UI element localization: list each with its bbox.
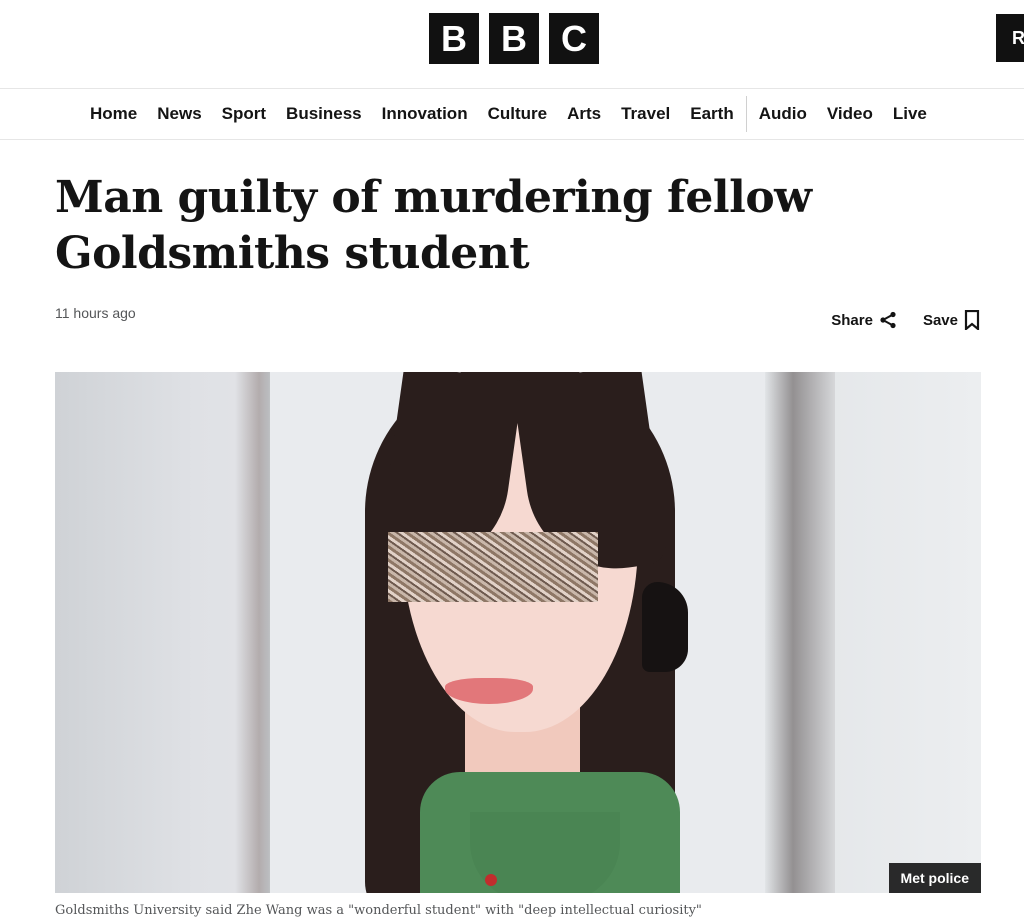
article-actions: Share Save xyxy=(831,310,980,330)
nav-item-audio[interactable]: Audio xyxy=(749,89,817,139)
image-credit: Met police xyxy=(888,863,981,893)
share-label: Share xyxy=(831,311,873,329)
share-icon xyxy=(879,311,897,329)
bbc-logo[interactable]: B B C xyxy=(429,13,599,64)
nav-item-home[interactable]: Home xyxy=(80,89,147,139)
article-timestamp: 11 hours ago xyxy=(55,305,136,321)
nav-item-travel[interactable]: Travel xyxy=(611,89,680,139)
portrait-hair-bow xyxy=(642,582,688,672)
nav-divider xyxy=(745,96,747,132)
eyes-censor-bar xyxy=(388,532,598,602)
nav-item-sport[interactable]: Sport xyxy=(212,89,276,139)
image-blur-shadow-right xyxy=(765,372,835,893)
nav-item-earth[interactable]: Earth xyxy=(680,89,743,139)
portrait-photo xyxy=(270,372,765,893)
main-navigation: Home News Sport Business Innovation Cult… xyxy=(0,89,1024,140)
nav-item-innovation[interactable]: Innovation xyxy=(372,89,478,139)
nav-item-video[interactable]: Video xyxy=(817,89,883,139)
image-blur-shadow-left xyxy=(235,372,275,893)
article-image: Met police xyxy=(55,372,981,893)
logo-letter: B xyxy=(429,13,479,64)
nav-item-culture[interactable]: Culture xyxy=(478,89,558,139)
logo-letter: B xyxy=(489,13,539,64)
portrait-red-button xyxy=(485,874,497,886)
bookmark-icon xyxy=(964,310,980,330)
article-headline: Man guilty of murdering fellow Goldsmith… xyxy=(55,172,812,279)
nav-item-arts[interactable]: Arts xyxy=(557,89,611,139)
register-button[interactable]: R xyxy=(996,14,1024,62)
nav-list: Home News Sport Business Innovation Cult… xyxy=(80,89,937,139)
image-caption: Goldsmiths University said Zhe Wang was … xyxy=(55,903,702,918)
site-header: B B C R xyxy=(0,0,1024,89)
save-label: Save xyxy=(922,311,958,329)
save-button[interactable]: Save xyxy=(923,310,980,330)
logo-letter: C xyxy=(549,13,599,64)
nav-item-business[interactable]: Business xyxy=(276,89,372,139)
nav-item-news[interactable]: News xyxy=(147,89,211,139)
nav-item-live[interactable]: Live xyxy=(883,89,937,139)
share-button[interactable]: Share xyxy=(831,311,897,329)
